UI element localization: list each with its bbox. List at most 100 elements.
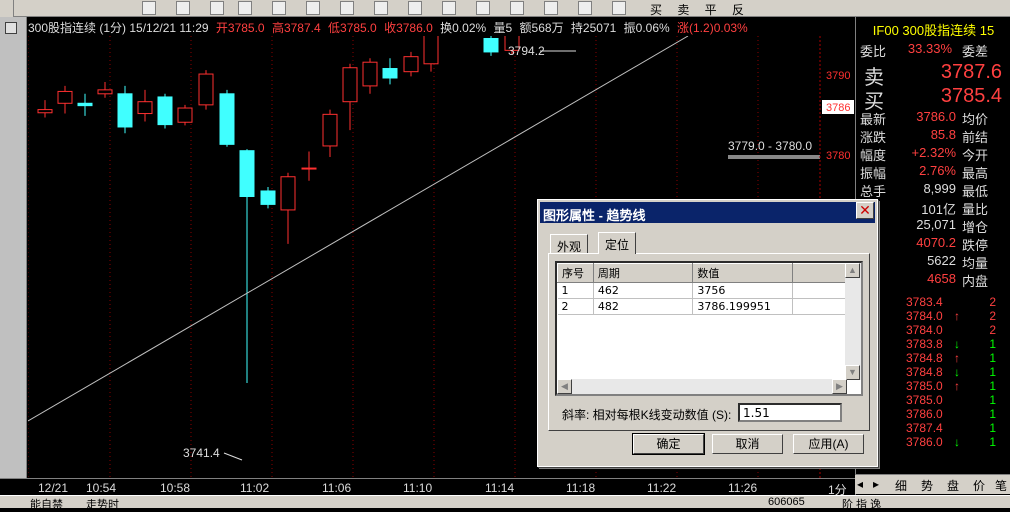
- tab-position[interactable]: 定位: [598, 232, 637, 254]
- tab-book[interactable]: 盘: [947, 477, 959, 494]
- candle[interactable]: [239, 150, 255, 197]
- period-tool-icon[interactable]: [578, 1, 592, 15]
- quote-row: 量5622均量: [858, 253, 1008, 271]
- candle[interactable]: [322, 113, 338, 147]
- tick-price: 3784.0: [906, 309, 943, 323]
- table-row[interactable]: 2 482 3786.199951: [557, 298, 847, 315]
- horizontal-scrollbar[interactable]: ◀ ▶: [557, 379, 847, 394]
- tab-price[interactable]: 价: [973, 477, 985, 494]
- candle[interactable]: [198, 73, 214, 106]
- status-code[interactable]: 606065: [768, 496, 805, 508]
- candle[interactable]: [97, 89, 113, 95]
- cell-period[interactable]: 462: [593, 282, 694, 299]
- quote-row: 涨跌 85.8 前结: [858, 127, 1008, 145]
- toolbar: 买 卖 平 反: [0, 0, 1010, 17]
- candle[interactable]: [57, 90, 73, 104]
- ray-tool-icon[interactable]: [210, 1, 224, 15]
- candle[interactable]: [219, 93, 235, 145]
- col-seq[interactable]: 序号: [557, 263, 594, 283]
- window-box-icon[interactable]: [5, 22, 17, 34]
- cancel-button[interactable]: 取消: [712, 434, 783, 454]
- vertical-scrollbar[interactable]: ▲ ▼: [845, 263, 861, 380]
- cell-seq: 2: [557, 298, 594, 315]
- tick-volume: 1: [989, 435, 996, 449]
- candle[interactable]: [260, 190, 276, 205]
- grid-tool-icon[interactable]: [544, 1, 558, 15]
- scroll-up-icon[interactable]: ▲: [845, 263, 860, 278]
- mark-tool-icon[interactable]: [510, 1, 524, 15]
- text-tool-icon[interactable]: [442, 1, 456, 15]
- quote-label-right: 内盘: [962, 274, 989, 289]
- candle[interactable]: [137, 101, 153, 115]
- col-value[interactable]: 数值: [692, 263, 794, 283]
- cell-value[interactable]: 3756: [692, 282, 794, 299]
- candle[interactable]: [483, 38, 499, 53]
- tab-trend[interactable]: 势: [921, 477, 933, 494]
- tab-appearance[interactable]: 外观: [550, 234, 589, 254]
- candle[interactable]: [382, 68, 398, 79]
- chart-header: 300股指连续 (1分) 15/12/21 11:29 开3785.0 高378…: [28, 19, 752, 35]
- candle[interactable]: [423, 36, 439, 65]
- anchor-list[interactable]: 序号 周期 数值 1 462 3756 2 482 3786.199951 ▲ …: [555, 261, 863, 396]
- scroll-right-icon[interactable]: ▶: [832, 379, 847, 394]
- close-icon[interactable]: ✕: [856, 202, 874, 219]
- candle[interactable]: [301, 167, 317, 170]
- trade-buttons[interactable]: 买 卖 平 反: [650, 1, 750, 18]
- quote-label-right: 最高: [962, 166, 989, 181]
- candle[interactable]: [362, 61, 378, 87]
- high-price: 高3787.4: [271, 21, 321, 35]
- tab-ticks[interactable]: 笔: [995, 477, 1007, 494]
- quote-row: 最新 3786.0 均价: [858, 109, 1008, 127]
- slope-input[interactable]: 1.51: [738, 403, 842, 422]
- time-label: 10:54: [86, 481, 117, 495]
- tick-row: 53784.8↑1: [858, 351, 1008, 365]
- line-tool-icon[interactable]: [176, 1, 190, 15]
- candle[interactable]: [37, 109, 53, 114]
- quote-label-right: 均量: [962, 256, 989, 271]
- price-label-current: 3786: [826, 102, 850, 114]
- col-extra[interactable]: [792, 263, 847, 283]
- tick-volume: 1: [989, 351, 996, 365]
- fib-tool-icon[interactable]: [306, 1, 320, 15]
- scroll-left-icon[interactable]: ◀: [557, 379, 572, 394]
- time-label: 11:10: [403, 481, 433, 495]
- rect-tool-icon[interactable]: [374, 1, 388, 15]
- scroll-down-icon[interactable]: ▼: [845, 365, 860, 380]
- circle-tool-icon[interactable]: [408, 1, 422, 15]
- arrow-tool-icon[interactable]: [476, 1, 490, 15]
- cell-extra: [792, 282, 847, 299]
- tab-detail[interactable]: 细: [895, 477, 907, 494]
- quote-label: 涨跌: [860, 130, 887, 145]
- candle[interactable]: [403, 56, 419, 73]
- apply-button[interactable]: 应用(A): [793, 434, 864, 454]
- cell-value[interactable]: 3786.199951: [692, 298, 794, 315]
- ok-button[interactable]: 确定: [632, 433, 705, 455]
- table-row[interactable]: 1 462 3756: [557, 282, 847, 299]
- tick-row: 73784.02: [858, 323, 1008, 337]
- tick-volume: 1: [989, 393, 996, 407]
- property-tool-icon[interactable]: [612, 1, 626, 15]
- candle[interactable]: [280, 176, 296, 211]
- sell-price: 3787.6: [940, 61, 1002, 83]
- angle-tool-icon[interactable]: [340, 1, 354, 15]
- cell-extra: [792, 298, 847, 315]
- candle[interactable]: [77, 102, 93, 107]
- channel-tool-icon[interactable]: [272, 1, 286, 15]
- candle[interactable]: [117, 93, 133, 128]
- cell-period[interactable]: 482: [593, 298, 694, 315]
- nav-left-icon[interactable]: ◂: [857, 477, 863, 491]
- status-bar: 能自禁 走势时 606065 阶 指 逸: [0, 495, 1010, 511]
- col-period[interactable]: 周期: [592, 263, 694, 283]
- candle[interactable]: [157, 96, 173, 126]
- time-axis: 12/21 10:54 10:58 11:02 11:06 11:10 11:1…: [0, 478, 855, 497]
- left-strip: [0, 17, 27, 495]
- nav-right-icon[interactable]: ▸: [873, 477, 879, 491]
- tick-price: 3783.4: [906, 295, 943, 309]
- quote-value: 8,999: [923, 181, 956, 196]
- candle[interactable]: [342, 67, 358, 103]
- quote-value: +2.32%: [911, 145, 956, 160]
- bar-tool-icon[interactable]: [238, 1, 252, 15]
- candle[interactable]: [177, 107, 193, 123]
- drawing-tool-icon[interactable]: [142, 1, 156, 15]
- close-price: 收3786.0: [384, 21, 433, 35]
